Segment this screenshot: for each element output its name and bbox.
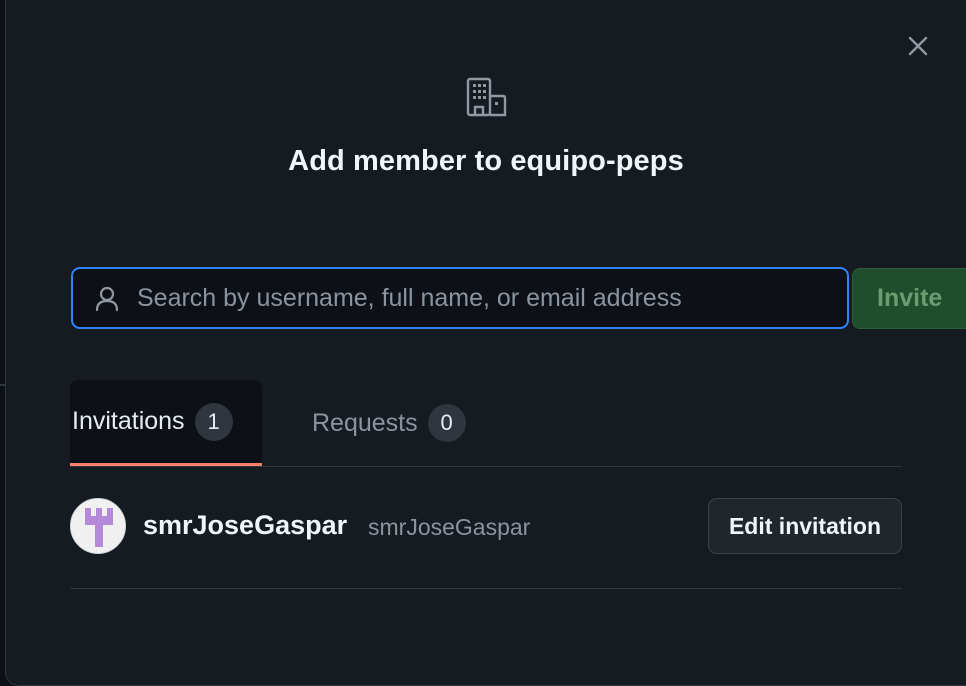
x-icon xyxy=(908,36,928,56)
person-icon xyxy=(93,284,121,312)
close-button[interactable] xyxy=(902,30,934,62)
tab-requests-label: Requests xyxy=(312,408,418,437)
search-field[interactable] xyxy=(71,267,849,329)
avatar[interactable] xyxy=(70,498,126,554)
invite-button[interactable]: Invite xyxy=(852,268,966,329)
organization-icon xyxy=(466,77,507,117)
list-divider xyxy=(70,588,902,589)
tab-invitations-label: Invitations xyxy=(72,407,185,435)
search-input[interactable] xyxy=(135,282,847,314)
dialog-title: Add member to equipo-peps xyxy=(288,145,684,177)
requests-count-badge: 0 xyxy=(427,404,466,442)
tab-requests[interactable]: Requests 0 xyxy=(312,380,466,466)
member-name[interactable]: smrJoseGaspar xyxy=(143,510,347,541)
invitations-count-badge: 1 xyxy=(194,402,233,441)
tab-invitations[interactable]: Invitations 1 xyxy=(70,380,262,466)
tab-bar: Invitations 1 Requests 0 xyxy=(70,380,902,467)
member-login: smrJoseGaspar xyxy=(368,514,531,540)
edit-invitation-button[interactable]: Edit invitation xyxy=(708,498,902,554)
list-item: smrJoseGaspar smrJoseGaspar Edit invitat… xyxy=(70,498,902,558)
